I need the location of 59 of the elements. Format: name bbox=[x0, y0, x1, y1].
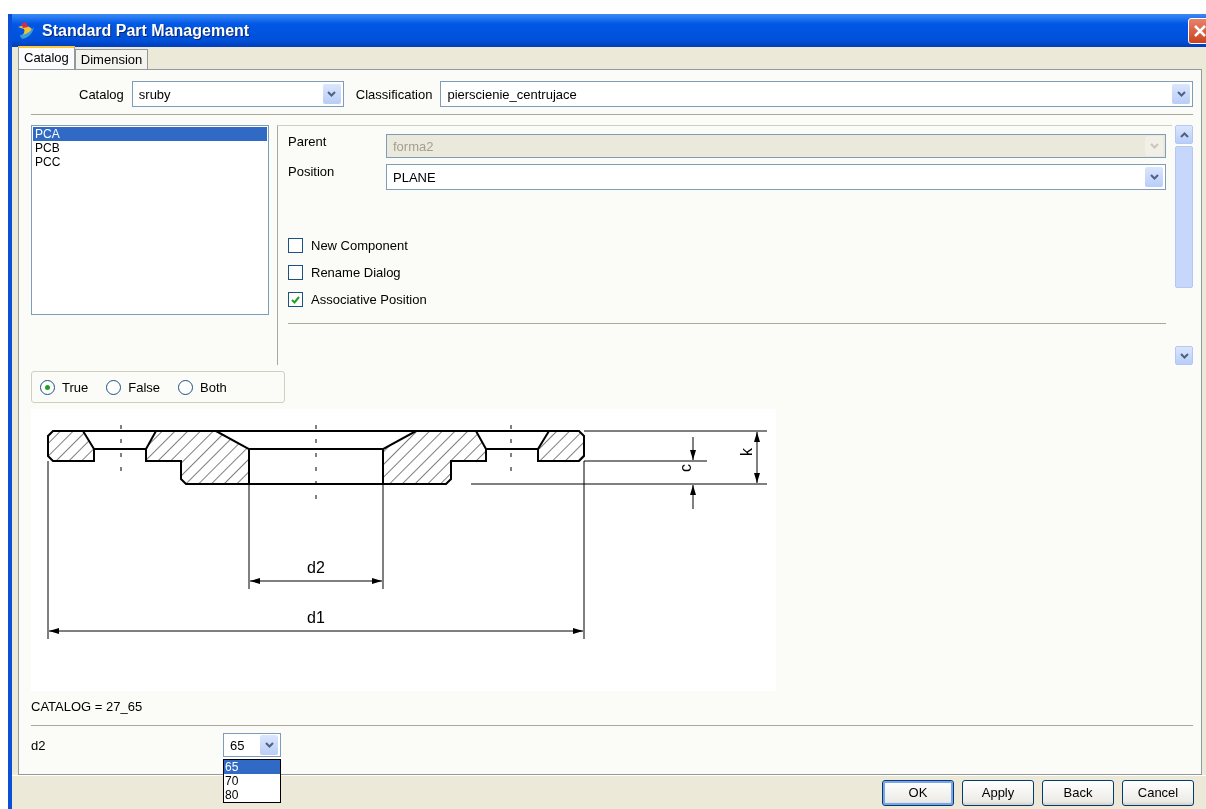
chevron-down-icon bbox=[264, 742, 274, 748]
checkbox[interactable] bbox=[288, 238, 303, 253]
dimension-dropdown[interactable]: 65 bbox=[223, 733, 281, 757]
property-dropdown[interactable]: PLANE bbox=[386, 164, 1166, 190]
list-item[interactable]: PCB bbox=[33, 141, 267, 155]
dropdown-arrow-button[interactable] bbox=[260, 735, 278, 755]
chevron-down-icon bbox=[1179, 352, 1189, 359]
list-item[interactable]: PCA bbox=[33, 127, 267, 141]
radio-button[interactable] bbox=[178, 379, 194, 395]
field-label: Parent bbox=[288, 134, 328, 149]
window-title: Standard Part Management bbox=[42, 21, 251, 40]
dropdown-arrow-button[interactable] bbox=[1172, 84, 1190, 104]
close-icon bbox=[1194, 24, 1206, 37]
scrollbar[interactable] bbox=[1175, 125, 1193, 365]
chevron-up-icon bbox=[1179, 131, 1189, 138]
dimension-label: d1 bbox=[307, 609, 325, 626]
field-label: Catalog bbox=[79, 86, 124, 102]
dropdown-arrow-button[interactable] bbox=[1145, 167, 1163, 187]
list-item[interactable]: PCC bbox=[33, 155, 267, 169]
app-logo-icon bbox=[16, 20, 36, 41]
tab[interactable]: Dimension bbox=[74, 49, 149, 69]
checkbox[interactable] bbox=[288, 265, 303, 280]
checkbox-label: New Component bbox=[311, 238, 408, 253]
chevron-down-icon bbox=[1149, 143, 1159, 149]
radio-label: Both bbox=[200, 379, 227, 395]
radio-button[interactable] bbox=[40, 379, 55, 395]
dimension-label: c bbox=[677, 464, 694, 472]
radio-button[interactable] bbox=[106, 379, 122, 395]
field-label: Position bbox=[288, 164, 336, 179]
scroll-thumb[interactable] bbox=[1175, 146, 1193, 288]
dialog-button[interactable]: Apply bbox=[962, 779, 1034, 806]
classification-dropdown[interactable]: pierscienie_centrujace bbox=[440, 81, 1193, 107]
radio-label: False bbox=[128, 379, 161, 395]
dialog-button[interactable]: Cancel bbox=[1122, 779, 1194, 806]
dimension-line bbox=[754, 431, 760, 484]
dropdown-arrow-button[interactable] bbox=[322, 84, 341, 104]
checkbox[interactable] bbox=[288, 292, 303, 307]
radio-label: True bbox=[62, 379, 89, 395]
catalog-value: CATALOG = 27_65 bbox=[31, 699, 144, 715]
list-option[interactable]: 65 bbox=[224, 760, 280, 774]
list-option[interactable]: 70 bbox=[224, 774, 280, 788]
chevron-down-icon bbox=[1149, 174, 1159, 180]
field-label: Classification bbox=[355, 86, 433, 102]
close-button[interactable] bbox=[1188, 17, 1206, 44]
checkbox-label: Rename Dialog bbox=[311, 265, 401, 280]
dimension-label: d2 bbox=[307, 559, 325, 576]
catalog-dropdown[interactable]: sruby bbox=[131, 81, 344, 107]
scroll-down-button[interactable] bbox=[1175, 346, 1193, 365]
checkbox-label: Associative Position bbox=[311, 292, 427, 307]
list-option[interactable]: 80 bbox=[224, 788, 280, 802]
checkmark-icon bbox=[291, 295, 300, 304]
field-label: d2 bbox=[31, 737, 47, 753]
dialog-button[interactable]: Back bbox=[1042, 779, 1114, 806]
chevron-down-icon bbox=[1176, 91, 1186, 97]
dialog-button[interactable]: OK bbox=[882, 779, 954, 806]
chevron-down-icon bbox=[327, 91, 337, 97]
dimension-label: k bbox=[738, 448, 755, 456]
scroll-up-button[interactable] bbox=[1175, 125, 1193, 144]
tab[interactable]: Catalog bbox=[18, 46, 75, 69]
